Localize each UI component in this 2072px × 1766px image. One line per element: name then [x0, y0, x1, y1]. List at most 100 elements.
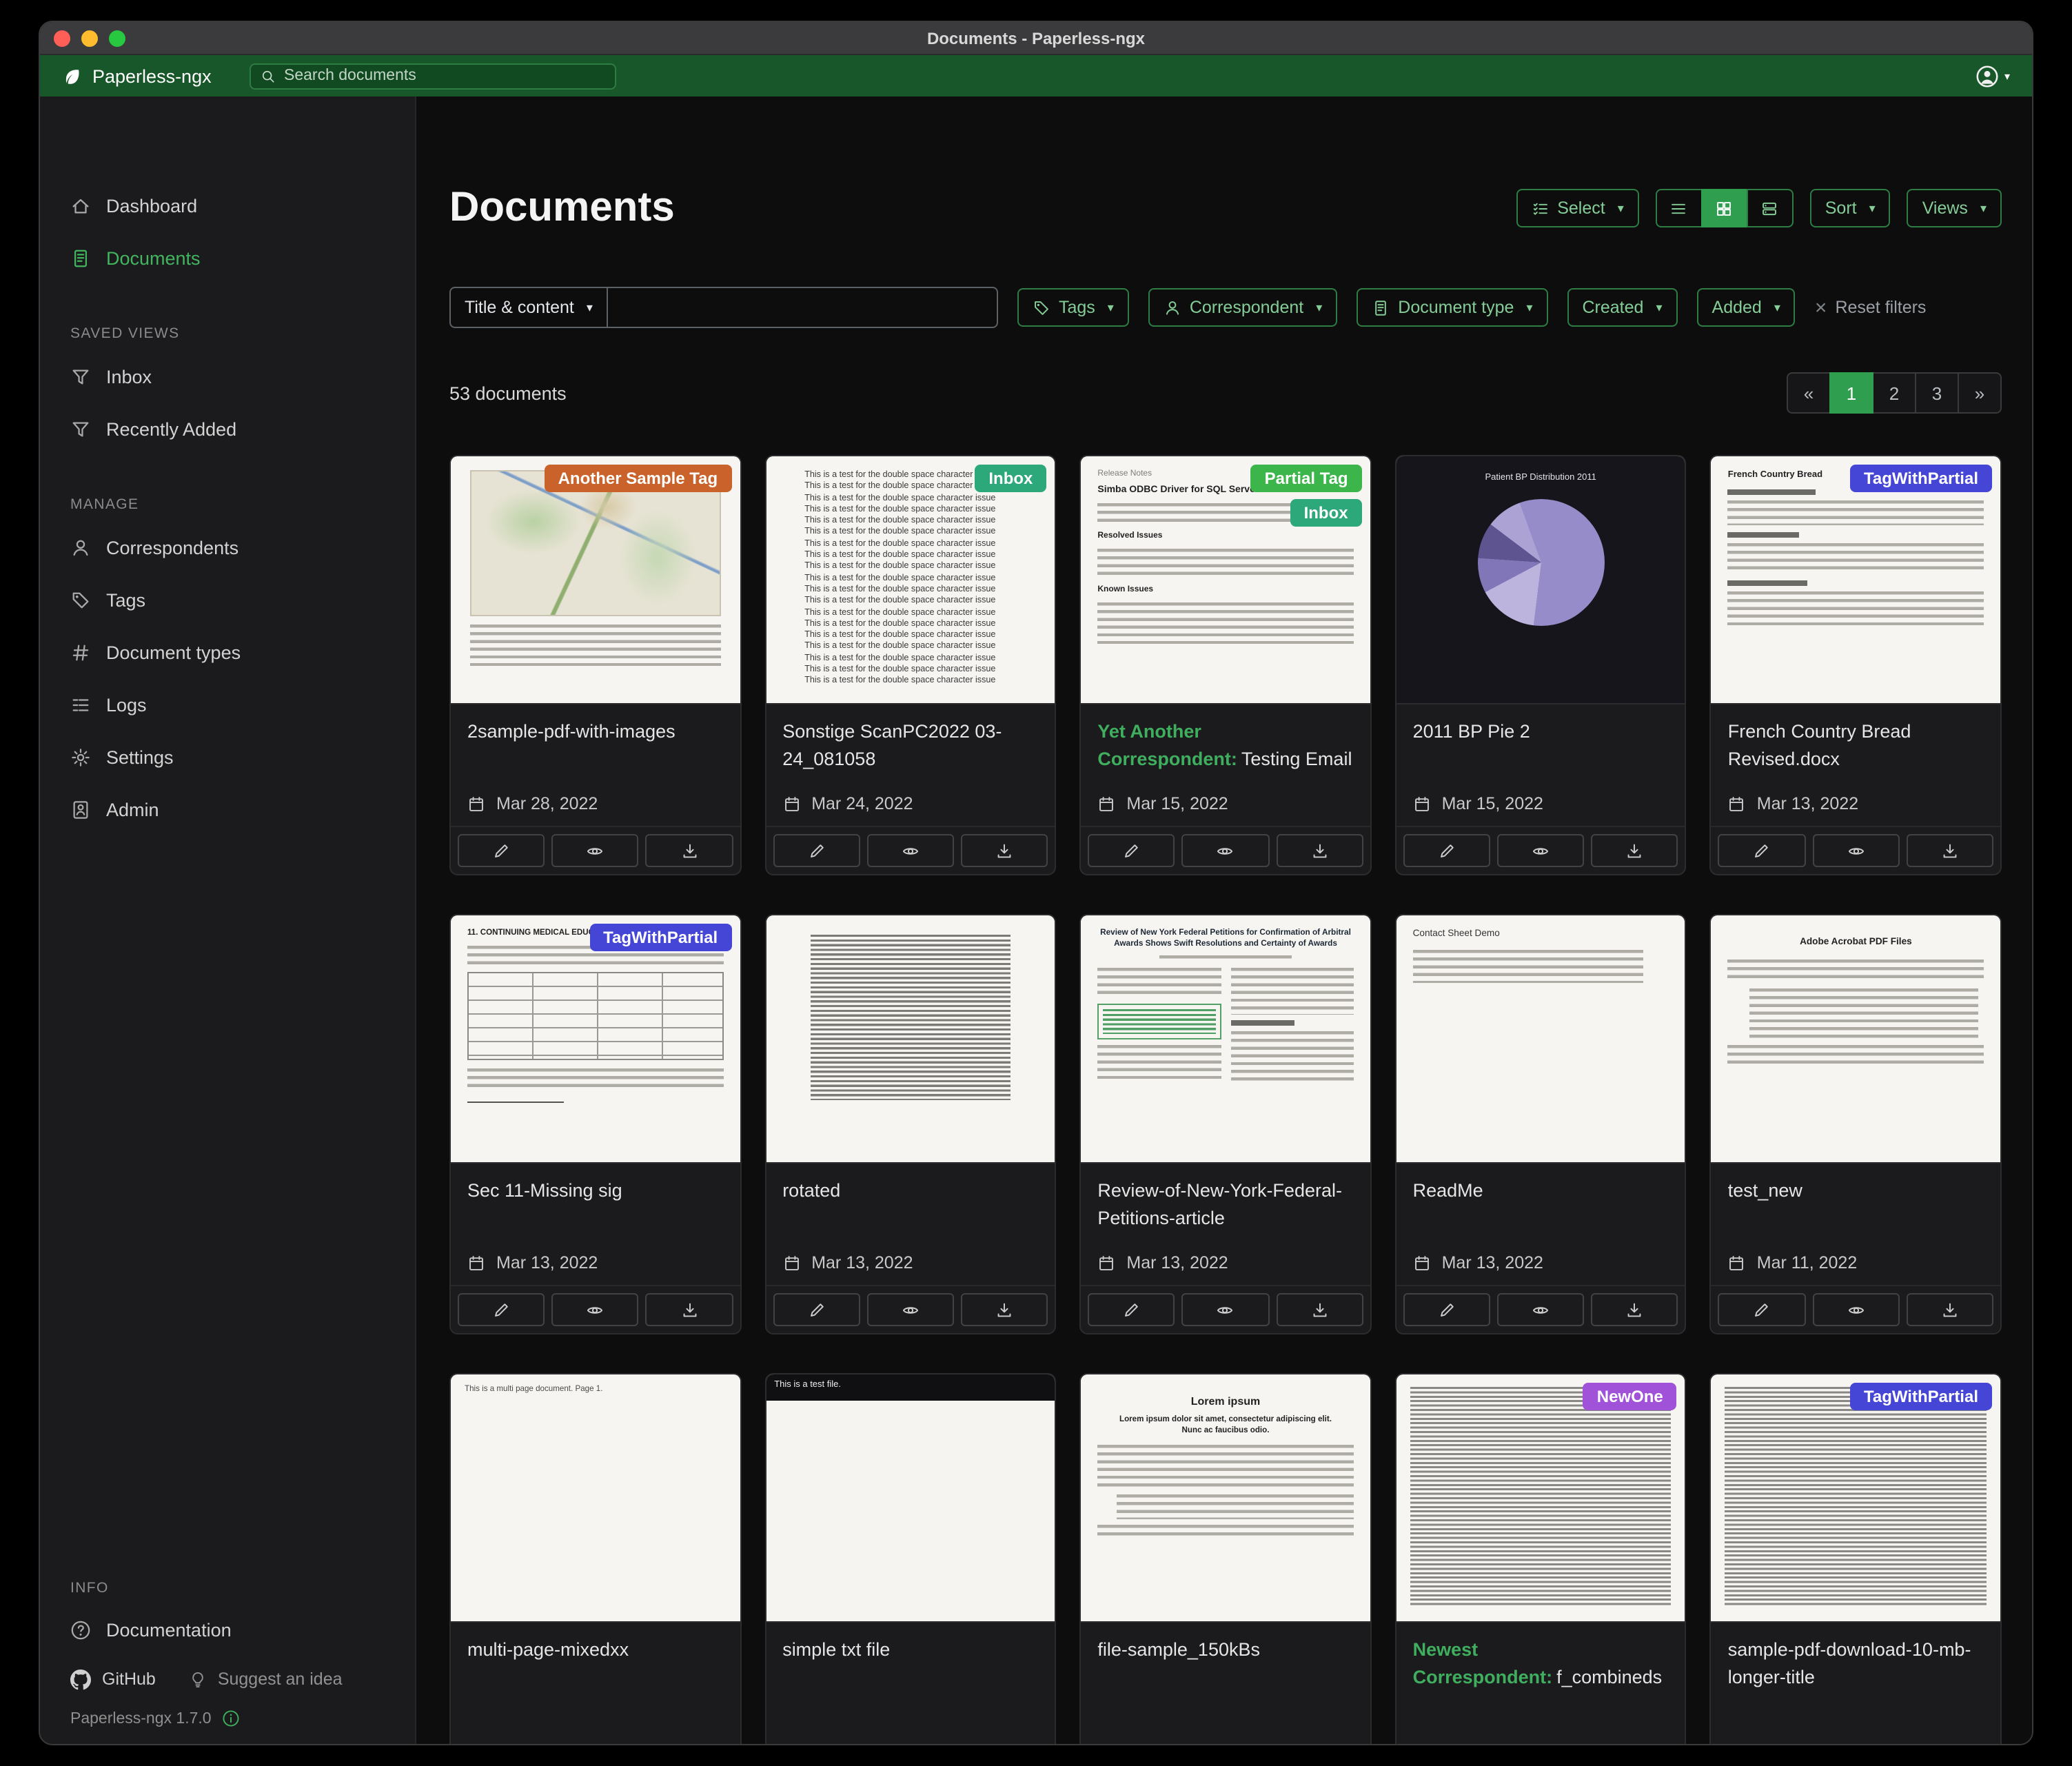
preview-button[interactable]: [1812, 1293, 1899, 1326]
document-title[interactable]: 2sample-pdf-with-images: [451, 704, 740, 745]
sidebar-item-tags[interactable]: Tags: [40, 574, 415, 626]
download-button[interactable]: [1591, 1293, 1678, 1326]
document-title[interactable]: Review-of-New-York-Federal-Petitions-art…: [1081, 1164, 1370, 1231]
created-filter-button[interactable]: Created: [1567, 288, 1678, 327]
download-button[interactable]: [646, 1293, 733, 1326]
download-button[interactable]: [961, 834, 1048, 867]
document-thumbnail[interactable]: This is a test for the double space char…: [766, 456, 1055, 704]
pagination-page-3[interactable]: 3: [1915, 372, 1959, 414]
download-button[interactable]: [1276, 1293, 1363, 1326]
sort-button[interactable]: Sort: [1810, 189, 1891, 227]
edit-button[interactable]: [1718, 834, 1805, 867]
tag-badge[interactable]: TagWithPartial: [1850, 1383, 1992, 1410]
preview-button[interactable]: [551, 834, 638, 867]
pagination-page-2[interactable]: 2: [1872, 372, 1916, 414]
download-button[interactable]: [961, 1293, 1048, 1326]
sidebar-item-github[interactable]: GitHub: [70, 1669, 156, 1689]
reset-filters-button[interactable]: Reset filters: [1815, 296, 1927, 319]
tag-badge[interactable]: TagWithPartial: [1850, 465, 1992, 492]
edit-button[interactable]: [1403, 834, 1490, 867]
preview-button[interactable]: [867, 834, 954, 867]
document-title[interactable]: French Country Bread Revised.docx: [1712, 704, 2000, 772]
edit-button[interactable]: [1718, 1293, 1805, 1326]
document-title[interactable]: file-sample_150kBs: [1081, 1623, 1370, 1663]
document-thumbnail[interactable]: 11. CONTINUING MEDICAL EDUCA TagWithPart…: [451, 915, 740, 1164]
preview-button[interactable]: [1497, 834, 1584, 867]
preview-button[interactable]: [1812, 834, 1899, 867]
user-menu[interactable]: ▾: [1975, 64, 2010, 88]
document-card[interactable]: 11. CONTINUING MEDICAL EDUCA TagWithPart…: [449, 914, 741, 1334]
document-card[interactable]: Another Sample Tag 2sample-pdf-with-imag…: [449, 455, 741, 875]
tag-badge[interactable]: Another Sample Tag: [545, 465, 732, 492]
pagination-next-button[interactable]: »: [1958, 372, 2002, 414]
preview-button[interactable]: [1182, 834, 1269, 867]
sidebar-item-documentation[interactable]: Documentation: [40, 1605, 415, 1654]
document-thumbnail[interactable]: [766, 915, 1055, 1164]
document-card[interactable]: Lorem ipsum Lorem ipsum dolor sit amet, …: [1079, 1373, 1371, 1745]
download-button[interactable]: [1907, 1293, 1993, 1326]
sidebar-item-inbox[interactable]: Inbox: [40, 350, 415, 403]
pagination-prev-button[interactable]: «: [1787, 372, 1831, 414]
select-button[interactable]: Select: [1516, 189, 1639, 227]
document-card[interactable]: rotated Mar 13, 2022: [764, 914, 1056, 1334]
document-card[interactable]: Review of New York Federal Petitions for…: [1079, 914, 1371, 1334]
preview-button[interactable]: [1497, 1293, 1584, 1326]
edit-button[interactable]: [1088, 1293, 1175, 1326]
search-input[interactable]: [284, 68, 605, 84]
correspondent-link[interactable]: Yet Another Correspondent:: [1097, 721, 1237, 769]
tag-badge[interactable]: Partial Tag: [1251, 465, 1362, 492]
document-thumbnail[interactable]: Another Sample Tag: [451, 456, 740, 704]
views-button[interactable]: Views: [1907, 189, 2002, 227]
download-button[interactable]: [1591, 834, 1678, 867]
preview-button[interactable]: [551, 1293, 638, 1326]
preview-button[interactable]: [867, 1293, 954, 1326]
document-card[interactable]: NewOne Newest Correspondent:f_combineds: [1395, 1373, 1687, 1745]
document-thumbnail[interactable]: French Country Bread TagWithPartial: [1712, 456, 2000, 704]
document-card[interactable]: TagWithPartial sample-pdf-download-10-mb…: [1710, 1373, 2002, 1745]
view-detail-button[interactable]: [1747, 189, 1794, 227]
filter-field-button[interactable]: Title & content: [451, 288, 608, 327]
info-circle-icon[interactable]: [223, 1709, 241, 1727]
edit-button[interactable]: [773, 1293, 860, 1326]
document-title[interactable]: Sec 11-Missing sig: [451, 1164, 740, 1204]
document-thumbnail[interactable]: Lorem ipsum Lorem ipsum dolor sit amet, …: [1081, 1374, 1370, 1623]
app-brand[interactable]: Paperless-ngx: [62, 65, 225, 86]
document-card[interactable]: Release Notes Simba ODBC Driver for SQL …: [1079, 455, 1371, 875]
edit-button[interactable]: [1088, 834, 1175, 867]
correspondent-filter-button[interactable]: Correspondent: [1148, 288, 1337, 327]
edit-button[interactable]: [773, 834, 860, 867]
document-thumbnail[interactable]: Review of New York Federal Petitions for…: [1081, 915, 1370, 1164]
zoom-window-button[interactable]: [109, 30, 125, 47]
document-card[interactable]: Contact Sheet Demo ReadMe Mar 13, 2022: [1395, 914, 1687, 1334]
document-title[interactable]: multi-page-mixedxx: [451, 1623, 740, 1663]
document-card[interactable]: This is a multi page document. Page 1. m…: [449, 1373, 741, 1745]
document-thumbnail[interactable]: TagWithPartial: [1712, 1374, 2000, 1623]
tag-badge[interactable]: Inbox: [975, 465, 1046, 492]
sidebar-item-recently-added[interactable]: Recently Added: [40, 403, 415, 455]
document-card[interactable]: Adobe Acrobat PDF Files test_new Mar 11,…: [1710, 914, 2002, 1334]
document-card[interactable]: French Country Bread TagWithPartial Fren…: [1710, 455, 2002, 875]
sidebar-item-admin[interactable]: Admin: [40, 783, 415, 835]
correspondent-link[interactable]: Newest Correspondent:: [1413, 1639, 1553, 1687]
document-title[interactable]: sample-pdf-download-10-mb-longer-title: [1712, 1623, 2000, 1690]
document-type-filter-button[interactable]: Document type: [1357, 288, 1547, 327]
document-title[interactable]: test_new: [1712, 1164, 2000, 1204]
document-card[interactable]: Patient BP Distribution 2011 2011 BP Pie…: [1395, 455, 1687, 875]
tag-badge[interactable]: TagWithPartial: [589, 924, 731, 951]
download-button[interactable]: [1907, 834, 1993, 867]
view-list-button[interactable]: [1656, 189, 1703, 227]
sidebar-item-correspondents[interactable]: Correspondents: [40, 521, 415, 574]
minimize-window-button[interactable]: [81, 30, 98, 47]
tags-filter-button[interactable]: Tags: [1017, 288, 1129, 327]
edit-button[interactable]: [458, 834, 545, 867]
preview-button[interactable]: [1182, 1293, 1269, 1326]
close-window-button[interactable]: [54, 30, 70, 47]
view-grid-button[interactable]: [1701, 189, 1748, 227]
document-thumbnail[interactable]: Release Notes Simba ODBC Driver for SQL …: [1081, 456, 1370, 704]
pagination-page-1[interactable]: 1: [1829, 372, 1873, 414]
edit-button[interactable]: [1403, 1293, 1490, 1326]
document-thumbnail[interactable]: NewOne: [1396, 1374, 1685, 1623]
document-card[interactable]: This is a test for the double space char…: [764, 455, 1056, 875]
sidebar-item-documents[interactable]: Documents: [40, 232, 415, 284]
document-title[interactable]: 2011 BP Pie 2: [1396, 704, 1685, 745]
